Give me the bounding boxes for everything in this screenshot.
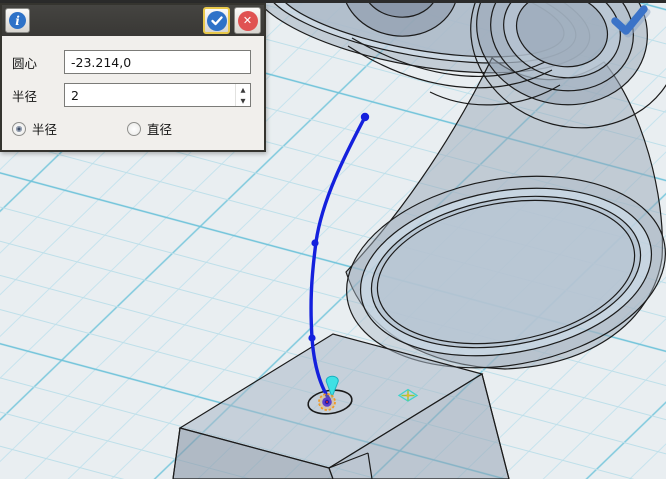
- radius-spinner: ▲ ▼: [235, 84, 250, 106]
- ok-check-icon: [207, 11, 227, 31]
- ok-button[interactable]: [203, 7, 230, 34]
- radio-radius-button[interactable]: [12, 122, 26, 136]
- center-point-input[interactable]: [64, 50, 251, 74]
- info-icon: i: [9, 12, 26, 29]
- app-window: i ✕ 圆心 半径: [0, 0, 666, 479]
- radio-radius-label: 半径: [32, 119, 57, 138]
- circle-center-marker[interactable]: [319, 394, 335, 410]
- radius-input[interactable]: [64, 83, 251, 107]
- radio-diameter-label: 直径: [147, 119, 172, 138]
- radius-label: 半径: [12, 86, 64, 105]
- circle-edit-dialog: i ✕ 圆心 半径: [0, 3, 266, 152]
- radio-option-radius[interactable]: 半径: [12, 119, 57, 138]
- center-point-row: 圆心: [12, 50, 251, 74]
- dialog-titlebar[interactable]: i ✕: [2, 5, 264, 36]
- spline-fit-point[interactable]: [308, 334, 315, 341]
- spline-endpoint[interactable]: [361, 113, 369, 121]
- radio-diameter-button[interactable]: [127, 122, 141, 136]
- spinner-up-icon[interactable]: ▲: [236, 84, 250, 95]
- radio-option-diameter[interactable]: 直径: [127, 119, 172, 138]
- info-button[interactable]: i: [5, 8, 30, 33]
- radius-diameter-options: 半径 直径: [12, 119, 251, 138]
- cancel-x-icon: ✕: [238, 11, 258, 31]
- cancel-button[interactable]: ✕: [234, 7, 261, 34]
- spline-fit-point[interactable]: [311, 239, 318, 246]
- radius-row: 半径 ▲ ▼: [12, 83, 251, 107]
- center-point-label: 圆心: [12, 53, 64, 72]
- spinner-down-icon[interactable]: ▼: [236, 95, 250, 106]
- dialog-body: 圆心 半径 ▲ ▼ 半径: [2, 36, 264, 150]
